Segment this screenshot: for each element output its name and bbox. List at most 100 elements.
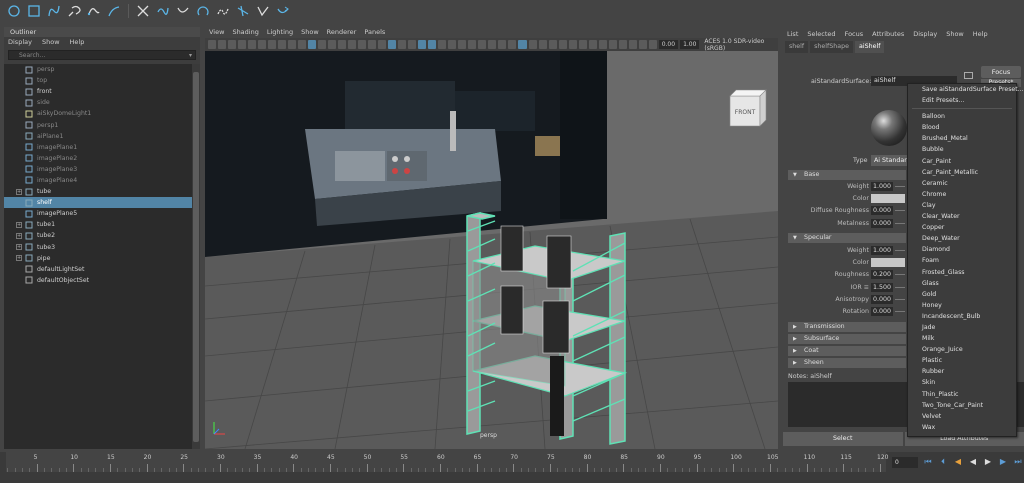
preset-item-frosted-glass[interactable]: Frosted_Glass [908,267,1016,278]
ae-menu-selected[interactable]: Selected [807,27,835,41]
viewport-tool-button[interactable] [568,40,577,49]
viewport-tool-button[interactable] [538,40,547,49]
play-backward-icon[interactable]: ◀ [967,456,979,468]
viewport-tool-button[interactable] [518,40,527,49]
preset-item-blood[interactable]: Blood [908,122,1016,133]
viewport-tool-button[interactable] [218,40,227,49]
preset-item-diamond[interactable]: Diamond [908,244,1016,255]
step-forward-frame-icon[interactable]: ▶ [997,456,1009,468]
preset-item-two-tone-car-paint[interactable]: Two_Tone_Car_Paint [908,400,1016,411]
time-ruler[interactable]: 5 10 15 20 25 30 35 40 45 50 55 60 65 70 75 80 85 90 95 100… [6,452,888,472]
viewport-tool-button[interactable] [488,40,497,49]
outliner-search-input[interactable]: Search... ▾ [8,50,196,60]
viewport-tool-button[interactable] [368,40,377,49]
color-swatch[interactable] [871,258,905,268]
viewport-tool-button[interactable] [228,40,237,49]
preset-item-wax[interactable]: Wax [908,422,1016,433]
viewport-tool-button[interactable] [208,40,217,49]
viewport-menu-panels[interactable]: Panels [364,27,385,38]
outliner-item-side[interactable]: side [4,97,192,108]
viewport-tool-button[interactable] [268,40,277,49]
viewport-tool-button[interactable] [348,40,357,49]
offset-curve-icon[interactable] [235,3,251,19]
outliner-item-aiskydomelight1[interactable]: aiSkyDomeLight1 [4,108,192,119]
attr-slider[interactable] [895,210,905,212]
attr-value-field[interactable]: 1.000 [871,246,893,255]
viewport-menu-shading[interactable]: Shading [232,27,258,38]
viewport-panel[interactable]: View Shading Lighting Show Renderer Pane… [205,27,778,449]
attr-value-field[interactable]: 0.000 [871,307,893,316]
preset-item-incandescent-bulb[interactable]: Incandescent_Bulb [908,311,1016,322]
section-coat[interactable]: ▶ Coat [788,346,906,356]
viewport-tool-button[interactable] [648,40,657,49]
preset-item-brushed-metal[interactable]: Brushed_Metal [908,133,1016,144]
viewport-scene[interactable]: FRONT [205,51,778,449]
viewport-tool-button[interactable] [608,40,617,49]
viewport-tool-button[interactable] [298,40,307,49]
preset-item-plastic[interactable]: Plastic [908,355,1016,366]
outliner-item-aiplane1[interactable]: aiPlane1 [4,131,192,142]
viewport-tool-button[interactable] [478,40,487,49]
attr-value-field[interactable]: 1.500 [871,282,893,292]
viewport-tool-button[interactable] [328,40,337,49]
outliner-item-imageplane3[interactable]: imagePlane3 [4,164,192,175]
section-base[interactable]: ▼ Base [788,170,906,180]
viewport-tool-button[interactable] [498,40,507,49]
viewport-tool-button[interactable] [438,40,447,49]
smooth-curve-icon[interactable] [275,3,291,19]
outliner-item-pipe[interactable]: + pipe [4,253,192,264]
exposure-field[interactable]: 0.00 [658,40,679,49]
preset-item-velvet[interactable]: Velvet [908,411,1016,422]
preset-item-bubble[interactable]: Bubble [908,144,1016,155]
section-subsurface[interactable]: ▶ Subsurface [788,334,906,344]
outliner-item-tube2[interactable]: + tube2 [4,230,192,241]
paint-tool-icon[interactable] [66,3,82,19]
preset-item-car-paint-metallic[interactable]: Car_Paint_Metallic [908,167,1016,178]
preset-item-orange-juice[interactable]: Orange_Juice [908,344,1016,355]
outliner-item-imageplane5[interactable]: imagePlane5 [4,208,192,219]
attr-value-field[interactable]: 1.000 [871,182,893,191]
preset-item-glass[interactable]: Glass [908,278,1016,289]
section-sheen[interactable]: ▶ Sheen [788,358,906,368]
viewport-tool-button[interactable] [248,40,257,49]
viewport-tool-button[interactable] [378,40,387,49]
viewport-tool-button[interactable] [588,40,597,49]
viewport-tool-button[interactable] [548,40,557,49]
tab-aishelf[interactable]: aiShelf [854,41,885,53]
section-specular[interactable]: ▼ Specular [788,233,906,243]
bezier-tool-icon[interactable] [86,3,102,19]
outliner-item-defaultlightset[interactable]: defaultLightSet [4,264,192,275]
viewport-tool-button[interactable] [278,40,287,49]
outliner-menu-display[interactable]: Display [8,37,32,48]
preset-item-thin-plastic[interactable]: Thin_Plastic [908,389,1016,400]
outliner-menu-show[interactable]: Show [42,37,60,48]
attr-slider[interactable] [895,186,905,187]
rebuild-curve-icon[interactable] [215,3,231,19]
viewport-tool-button[interactable] [418,40,427,49]
viewport-tool-button[interactable] [308,40,317,49]
viewport-tool-button[interactable] [318,40,327,49]
preset-item-gold[interactable]: Gold [908,289,1016,300]
viewport-tool-button[interactable] [338,40,347,49]
viewport-menu-lighting[interactable]: Lighting [267,27,293,38]
tab-shelf[interactable]: shelf [785,41,809,53]
edit-presets-menu-item[interactable]: Edit Presets... [908,95,1016,106]
ae-menu-attributes[interactable]: Attributes [872,27,904,41]
detach-curve-icon[interactable] [175,3,191,19]
viewport-tool-button[interactable] [288,40,297,49]
go-to-end-icon[interactable]: ⏭ [1012,456,1024,468]
step-back-key-icon[interactable]: ⏴ [937,456,949,468]
expand-toggle-icon[interactable]: + [16,232,22,239]
outliner-item-imageplane1[interactable]: imagePlane1 [4,142,192,153]
attr-slider[interactable] [895,286,905,288]
viewport-tool-button[interactable] [528,40,537,49]
ae-menu-help[interactable]: Help [973,27,988,41]
viewport-tool-button[interactable] [388,40,397,49]
attr-value-field[interactable]: 0.200 [871,270,893,280]
expand-toggle-icon[interactable]: + [16,188,22,195]
tab-shelfshape[interactable]: shelfShape [810,41,853,53]
scrollbar-thumb[interactable] [193,72,199,442]
outliner-item-persp[interactable]: persp [4,64,192,75]
attr-value-field[interactable]: 0.000 [871,206,893,216]
preset-item-honey[interactable]: Honey [908,300,1016,311]
